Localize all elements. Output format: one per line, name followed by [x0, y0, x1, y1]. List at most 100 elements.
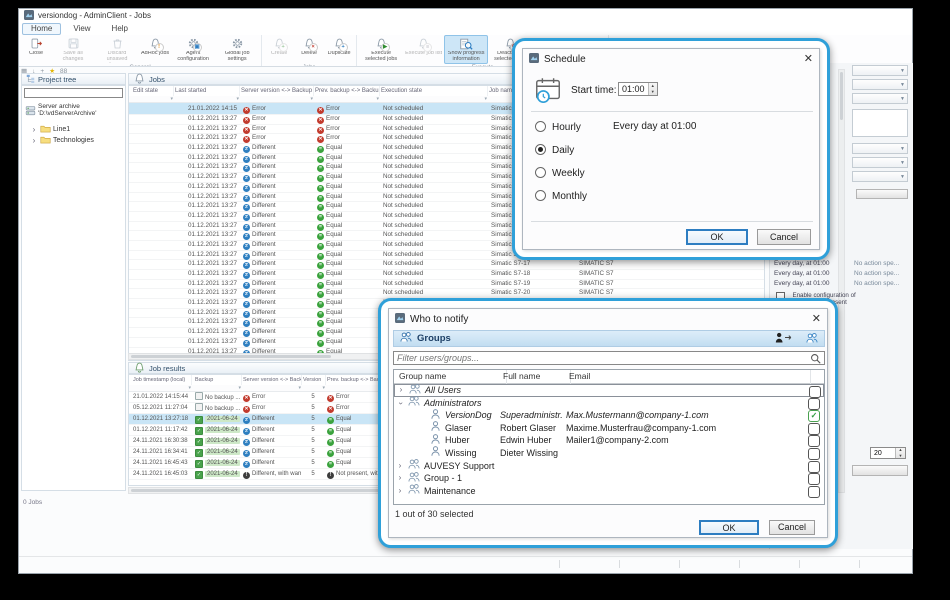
- ok-button[interactable]: OK: [686, 229, 748, 245]
- detail-dropdown[interactable]: ▼: [852, 171, 908, 182]
- project-tree-filter[interactable]: [24, 88, 123, 98]
- user-from-group-icon[interactable]: [775, 331, 819, 347]
- tree-item-technologies[interactable]: ›Technologies: [30, 131, 94, 149]
- detail-dropdown[interactable]: ▼: [852, 143, 908, 154]
- cell-version: 5: [303, 403, 323, 413]
- notify-row-all-users[interactable]: ›All Users: [394, 384, 824, 397]
- column-filter-dropdown[interactable]: ▾: [133, 385, 191, 391]
- checkbox-icon[interactable]: [808, 473, 820, 485]
- chevron-right-icon[interactable]: ›: [396, 485, 404, 498]
- notify-row-group-1[interactable]: › Group - 1: [394, 472, 824, 485]
- radio-option-monthly[interactable]: Monthly: [535, 190, 805, 204]
- cell-last-started: 01.12.2021 13:27: [175, 125, 237, 134]
- ok-button[interactable]: OK: [699, 520, 759, 535]
- checkbox-icon[interactable]: [808, 435, 820, 447]
- ribbon-button-agent-configuration[interactable]: ▣Agent configuration: [171, 35, 215, 64]
- detail-text-input[interactable]: [852, 109, 908, 137]
- notify-row-glaser[interactable]: Glaser Robert Glaser Maxime.Musterfrau@c…: [394, 422, 824, 435]
- chevron-right-icon[interactable]: ›: [396, 472, 404, 485]
- jobs-table-row[interactable]: 01.12.2021 13:27 ≠Different =Equal Not s…: [129, 260, 764, 270]
- status-icon-eq: =: [317, 330, 324, 337]
- ribbon-button-global-job-settings[interactable]: Global job settings: [215, 35, 259, 64]
- ribbon-button-create[interactable]: +Create: [264, 35, 294, 64]
- tab-view[interactable]: View: [64, 23, 99, 35]
- close-icon[interactable]: ✕: [804, 54, 813, 65]
- ribbon-button-show-progress-information[interactable]: Show progress information: [444, 35, 488, 64]
- radio-icon[interactable]: [535, 167, 546, 178]
- cell-email: [567, 385, 803, 396]
- ribbon-button-execute-selected-jobs-now[interactable]: ▶Execute selected jobs now: [359, 35, 403, 64]
- detail-button[interactable]: [852, 465, 908, 476]
- ribbon-button-discard-unsaved-changes[interactable]: Discard unsaved changes: [95, 35, 139, 64]
- detail-dropdown[interactable]: ▼: [852, 65, 908, 76]
- notify-row-administrators[interactable]: ›Administrators: [394, 397, 824, 410]
- cell-group-name: Group - 1: [424, 472, 462, 485]
- calendar-clock-icon: [533, 75, 563, 108]
- checkbox-icon[interactable]: [808, 461, 820, 473]
- chevron-right-icon[interactable]: ›: [397, 384, 405, 397]
- notify-row-maintenance[interactable]: ›Maintenance: [394, 485, 824, 498]
- ribbon-button-adhoc-jobs[interactable]: !AdHoc jobs: [139, 35, 171, 64]
- radio-icon[interactable]: [535, 121, 546, 132]
- status-icon-diff: ≠: [243, 311, 250, 318]
- radio-icon[interactable]: [535, 190, 546, 201]
- notify-row-huber[interactable]: Huber Edwin Huber Mailer1@company-2.com: [394, 434, 824, 447]
- close-icon[interactable]: ✕: [812, 314, 821, 325]
- radio-option-hourly[interactable]: HourlyEvery day at 01:00: [535, 121, 805, 135]
- checkbox-icon[interactable]: [808, 423, 820, 435]
- radio-icon[interactable]: [535, 144, 546, 155]
- notify-dialog-title: Who to notify: [410, 314, 468, 325]
- ribbon-button-delete[interactable]: ×Delete: [294, 35, 324, 64]
- column-filter-dropdown[interactable]: ▾: [303, 385, 325, 391]
- cell-backup: ✓2021-06-24: [195, 447, 241, 457]
- column-filter-dropdown[interactable]: ▾: [243, 385, 301, 391]
- tab-help[interactable]: Help: [103, 23, 137, 35]
- tab-home[interactable]: Home: [22, 23, 61, 35]
- spinner-arrows-icon[interactable]: ▲▼: [648, 83, 657, 95]
- cell-full-name: [500, 472, 562, 485]
- tree-root[interactable]: Server archive 'D:\vdServerArchive': [25, 103, 125, 121]
- notify-filter-input[interactable]: [394, 352, 824, 364]
- checkbox-icon[interactable]: [808, 486, 820, 498]
- column-filter-dropdown[interactable]: ▾: [315, 96, 379, 102]
- column-header-3[interactable]: Email: [566, 370, 811, 384]
- backup-check-icon: ✓: [195, 427, 203, 435]
- ribbon-button-save-all-changes[interactable]: Save all changes: [51, 35, 95, 64]
- radio-option-weekly[interactable]: Weekly: [535, 167, 805, 181]
- jobs-table-row[interactable]: 01.12.2021 13:27 ≠Different =Equal Not s…: [129, 280, 764, 290]
- checkbox-icon[interactable]: [808, 448, 820, 460]
- start-time-spinner[interactable]: 01:00 ▲▼: [618, 82, 658, 96]
- notify-row-wissing[interactable]: Wissing Dieter Wissing: [394, 447, 824, 460]
- detail-button[interactable]: [856, 189, 908, 199]
- cancel-button[interactable]: Cancel: [757, 229, 811, 245]
- chevron-down-icon[interactable]: ›: [394, 399, 407, 407]
- detail-dropdown[interactable]: ▼: [852, 79, 908, 90]
- checkbox-icon[interactable]: [808, 398, 820, 410]
- radio-option-daily[interactable]: Daily: [535, 144, 805, 158]
- cell-server-version-backup: ≠Different: [243, 280, 313, 289]
- ribbon-button-duplicate[interactable]: +Duplicate: [324, 35, 354, 64]
- search-icon: [810, 353, 821, 367]
- checkbox-checked-icon[interactable]: ✓: [808, 410, 820, 422]
- column-header-2[interactable]: Full name: [500, 370, 571, 384]
- column-filter-dropdown[interactable]: ▾: [133, 96, 173, 102]
- column-filter-dropdown[interactable]: ▾: [195, 385, 241, 391]
- notify-row-auvesy-support[interactable]: ›AUVESY Support: [394, 460, 824, 473]
- column-filter-dropdown[interactable]: ▾: [381, 96, 487, 102]
- ribbon-button-execute-job-list[interactable]: ≡Execute job list: [403, 35, 444, 64]
- detail-spinner[interactable]: 20▲▼: [870, 447, 906, 459]
- column-filter-dropdown[interactable]: ▾: [175, 96, 239, 102]
- cancel-button[interactable]: Cancel: [769, 520, 815, 535]
- cell-server-version-backup: ≠Different: [243, 154, 313, 163]
- column-filter-dropdown[interactable]: ▾: [241, 96, 313, 102]
- ribbon-button-close[interactable]: Close: [21, 35, 51, 64]
- chevron-right-icon[interactable]: ›: [30, 136, 38, 145]
- status-separator: [859, 560, 860, 568]
- notify-row-versiondog[interactable]: VersionDog Superadministr... Max.Musterm…: [394, 409, 824, 422]
- spinner-arrows-icon[interactable]: ▲▼: [895, 448, 905, 458]
- detail-dropdown[interactable]: ▼: [852, 157, 908, 168]
- jobs-table-row[interactable]: 01.12.2021 13:27 ≠Different =Equal Not s…: [129, 270, 764, 280]
- notify-filter[interactable]: [393, 351, 825, 365]
- chevron-right-icon[interactable]: ›: [396, 460, 404, 473]
- detail-dropdown[interactable]: ▼: [852, 93, 908, 104]
